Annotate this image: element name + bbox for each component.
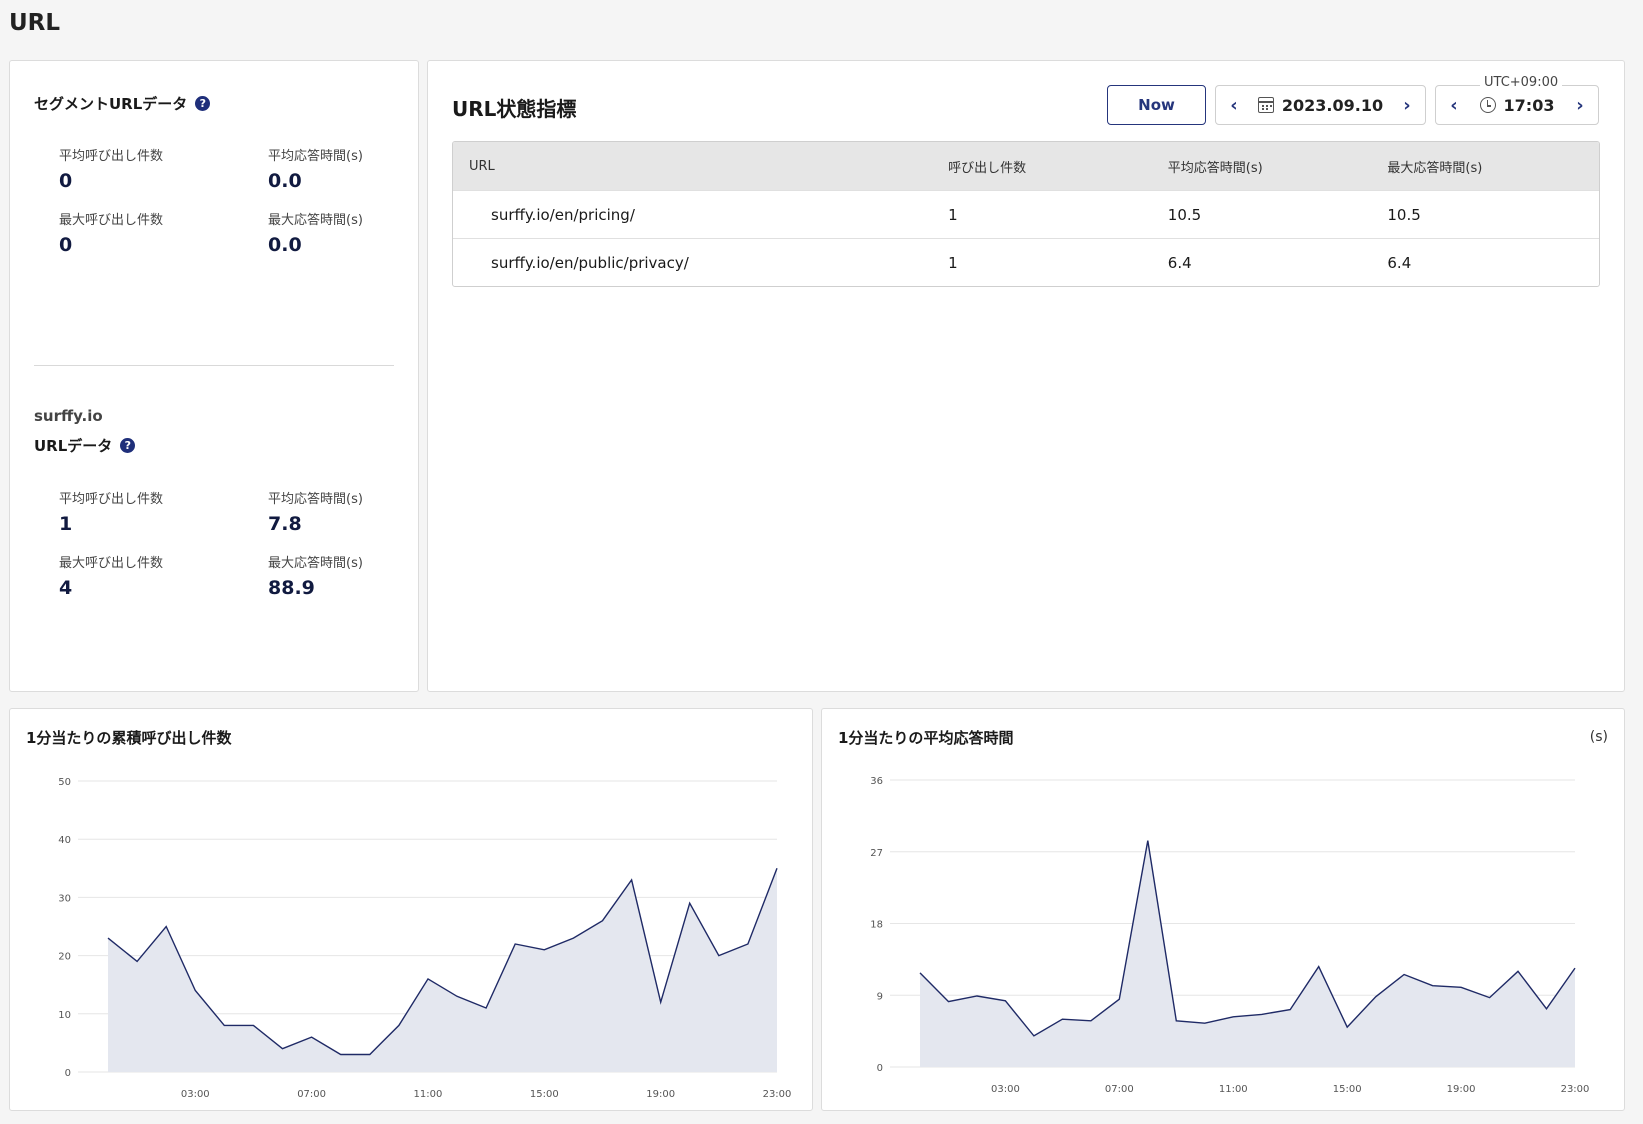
- y-tick-label: 0: [877, 1063, 883, 1074]
- domain-max-response: 最大応答時間(s) 88.9: [268, 552, 363, 599]
- domain-avg-response: 平均応答時間(s) 7.8: [268, 488, 363, 535]
- url-data-panel: セグメントURLデータ ? 平均呼び出し件数 0 平均応答時間(s) 0.0 最…: [9, 60, 419, 692]
- metric-label: 平均呼び出し件数: [59, 149, 164, 164]
- metric-value: 0.0: [268, 234, 302, 256]
- metric-value: 7.8: [268, 513, 302, 535]
- series-area: [920, 840, 1575, 1067]
- table-row[interactable]: surffy.io/en/pricing/ 1 10.5 10.5: [453, 190, 1599, 238]
- calls-cell: 1: [948, 253, 958, 272]
- metric-label: 平均応答時間(s): [268, 492, 363, 507]
- metric-label: 最大呼び出し件数: [59, 213, 164, 228]
- avg-response-cell: 10.5: [1167, 205, 1202, 224]
- column-header-url[interactable]: URL: [453, 159, 932, 174]
- y-tick-label: 9: [877, 991, 883, 1002]
- y-tick-label: 0: [65, 1068, 71, 1079]
- metric-value: 0.0: [268, 170, 302, 192]
- page-title: URL: [9, 10, 61, 36]
- avg-response-chart: 0 9 18 27 36 03:00 07:00 11:00 15:00 19:00 23:00: [870, 776, 1590, 1095]
- avg-response-cell: 6.4: [1167, 253, 1192, 272]
- x-tick-label: 15:00: [530, 1089, 559, 1100]
- calendar-icon: [1257, 97, 1274, 113]
- metric-label: 平均応答時間(s): [268, 149, 363, 164]
- now-button[interactable]: Now: [1107, 85, 1206, 125]
- domain-url-data-heading: URLデータ ?: [34, 435, 136, 456]
- timezone-label: UTC+09:00: [1480, 75, 1563, 90]
- clock-icon: [1479, 97, 1496, 113]
- metric-value: 1: [59, 513, 73, 535]
- x-tick-label: 23:00: [1561, 1084, 1590, 1095]
- table-header-row: URL 呼び出し件数 平均応答時間(s) 最大応答時間(s): [453, 142, 1599, 190]
- table-row[interactable]: surffy.io/en/public/privacy/ 1 6.4 6.4: [453, 238, 1599, 286]
- y-tick-label: 10: [58, 1010, 71, 1021]
- calls-cell: 1: [948, 205, 958, 224]
- next-date-chevron-icon[interactable]: ›: [1399, 95, 1415, 116]
- metric-value: 0: [59, 170, 73, 192]
- x-tick-label: 23:00: [763, 1089, 792, 1100]
- x-tick-label: 03:00: [991, 1084, 1020, 1095]
- series-area: [108, 868, 777, 1072]
- x-tick-label: 19:00: [646, 1089, 675, 1100]
- y-tick-label: 50: [58, 777, 71, 788]
- time-value-wrap[interactable]: 17:03: [1479, 95, 1555, 115]
- x-tick-label: 03:00: [181, 1089, 210, 1100]
- url-cell: surffy.io/en/pricing/: [491, 205, 635, 224]
- domain-heading-label: URLデータ: [34, 437, 113, 455]
- y-tick-label: 27: [870, 848, 883, 859]
- cumulative-calls-chart: 0 10 20 30 40 50 03:00 07:00 11:00 15:00 19:00 23:0…: [58, 777, 792, 1100]
- x-tick-label: 11:00: [414, 1089, 443, 1100]
- prev-time-chevron-icon[interactable]: ‹: [1446, 95, 1462, 116]
- date-picker: ‹ 2023.09.10 ›: [1215, 85, 1426, 125]
- x-tick-label: 07:00: [1105, 1084, 1134, 1095]
- metric-label: 平均呼び出し件数: [59, 492, 164, 507]
- metric-label: 最大応答時間(s): [268, 556, 363, 571]
- url-status-title: URL状態指標: [452, 97, 577, 121]
- domain-avg-calls: 平均呼び出し件数 1: [59, 488, 163, 535]
- y-tick-label: 30: [58, 893, 71, 904]
- prev-date-chevron-icon[interactable]: ‹: [1226, 95, 1242, 116]
- url-status-panel: URL状態指標 Now ‹ 2023.09.10 › UTC+09:00 ‹ 1…: [427, 60, 1625, 692]
- y-tick-label: 20: [58, 952, 71, 963]
- x-tick-label: 19:00: [1447, 1084, 1476, 1095]
- x-tick-label: 07:00: [297, 1089, 326, 1100]
- segment-avg-response: 平均応答時間(s) 0.0: [268, 145, 363, 192]
- avg-response-chart-card: 1分当たりの平均応答時間 (s) 0 9 18 27 36 03:00 07:00 11:00…: [821, 708, 1625, 1111]
- column-header-avg-response[interactable]: 平均応答時間(s): [1152, 157, 1372, 176]
- x-tick-label: 15:00: [1333, 1084, 1362, 1095]
- url-cell: surffy.io/en/public/privacy/: [491, 253, 689, 272]
- column-header-calls[interactable]: 呼び出し件数: [932, 157, 1152, 176]
- segment-max-calls: 最大呼び出し件数 0: [59, 209, 163, 256]
- next-time-chevron-icon[interactable]: ›: [1572, 95, 1588, 116]
- column-header-max-response[interactable]: 最大応答時間(s): [1371, 157, 1599, 176]
- cumulative-calls-chart-card: 1分当たりの累積呼び出し件数 0 10 20 30 40 50 03:00 07:00 11:0…: [9, 708, 813, 1111]
- help-icon[interactable]: ?: [195, 96, 211, 111]
- y-tick-label: 36: [870, 776, 883, 787]
- domain-max-calls: 最大呼び出し件数 4: [59, 552, 163, 599]
- domain-name: surffy.io: [34, 407, 103, 425]
- segment-url-data-heading: セグメントURLデータ ?: [34, 93, 211, 114]
- y-tick-label: 40: [58, 835, 71, 846]
- url-status-table: URL 呼び出し件数 平均応答時間(s) 最大応答時間(s) surffy.io…: [452, 141, 1600, 287]
- date-value-wrap[interactable]: 2023.09.10: [1257, 95, 1384, 115]
- max-response-cell: 6.4: [1387, 253, 1412, 272]
- metric-value: 0: [59, 234, 73, 256]
- metric-value: 88.9: [268, 577, 315, 599]
- time-picker: ‹ 17:03 ›: [1435, 85, 1599, 125]
- max-response-cell: 10.5: [1387, 205, 1421, 224]
- date-value: 2023.09.10: [1281, 95, 1384, 115]
- segment-avg-calls: 平均呼び出し件数 0: [59, 145, 163, 192]
- metric-value: 4: [59, 577, 73, 599]
- time-value: 17:03: [1503, 95, 1555, 115]
- segment-heading-label: セグメントURLデータ: [34, 95, 188, 113]
- segment-max-response: 最大応答時間(s) 0.0: [268, 209, 363, 256]
- y-tick-label: 18: [870, 920, 883, 931]
- section-divider: [34, 365, 394, 366]
- x-tick-label: 11:00: [1219, 1084, 1248, 1095]
- metric-label: 最大呼び出し件数: [59, 556, 164, 571]
- help-icon[interactable]: ?: [120, 438, 136, 453]
- metric-label: 最大応答時間(s): [268, 213, 363, 228]
